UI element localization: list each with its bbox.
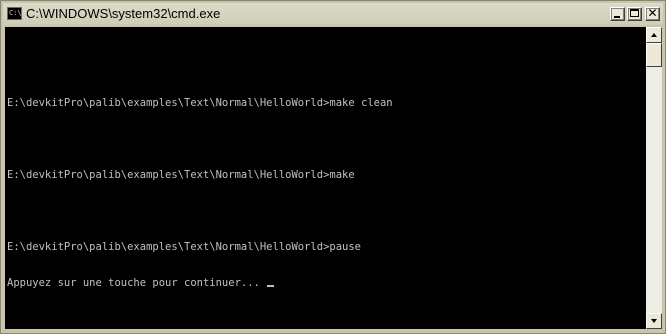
console-line: E:\devkitPro\palib\examples\Text\Normal\… [7, 169, 355, 181]
console-prompt-line: Appuyez sur une touche pour continuer... [7, 277, 393, 289]
title-bar[interactable]: C:\ C:\WINDOWS\system32\cmd.exe ✕ [3, 3, 663, 25]
arrow-down-icon [651, 319, 657, 323]
maximize-button[interactable] [627, 7, 642, 21]
cmd-icon[interactable]: C:\ [7, 7, 22, 20]
window-title: C:\WINDOWS\system32\cmd.exe [26, 6, 221, 21]
arrow-up-icon [651, 33, 657, 37]
scroll-thumb[interactable] [646, 43, 662, 67]
console-line: Appuyez sur une touche pour continuer... [7, 277, 267, 289]
console-output[interactable]: E:\devkitPro\palib\examples\Text\Normal\… [5, 27, 646, 329]
close-icon: ✕ [647, 6, 658, 20]
console-line: E:\devkitPro\palib\examples\Text\Normal\… [7, 241, 362, 253]
close-button[interactable]: ✕ [645, 6, 660, 21]
cmd-window: C:\ C:\WINDOWS\system32\cmd.exe ✕ E:\dev… [0, 0, 666, 334]
scroll-up-button[interactable] [646, 27, 662, 43]
text-cursor [267, 285, 275, 287]
minimize-button[interactable] [610, 7, 625, 21]
vertical-scrollbar[interactable] [646, 27, 662, 329]
console-line: E:\devkitPro\palib\examples\Text\Normal\… [7, 97, 393, 109]
maximize-icon [630, 9, 639, 17]
minimize-icon [614, 16, 620, 18]
console-text: E:\devkitPro\palib\examples\Text\Normal\… [7, 37, 393, 313]
scroll-down-button[interactable] [646, 313, 662, 329]
